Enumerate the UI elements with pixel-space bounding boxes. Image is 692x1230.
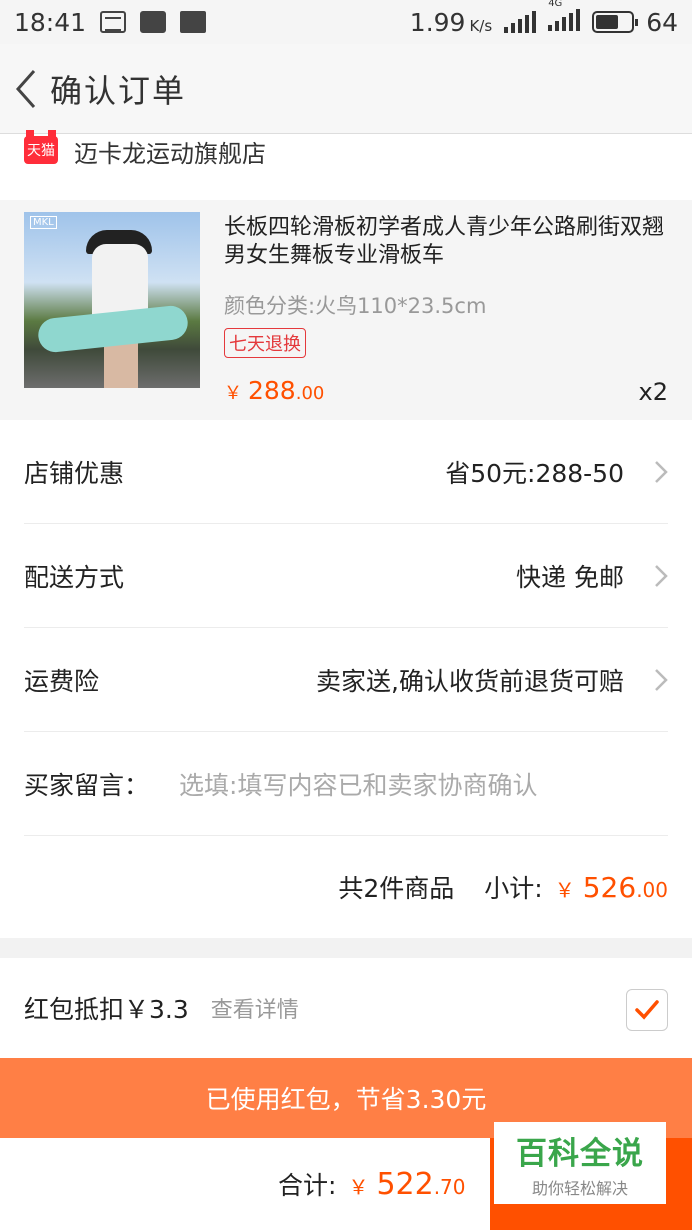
thumb-logo: MKL	[30, 216, 57, 229]
delivery-value: 快递 免邮	[516, 562, 624, 592]
battery-icon	[592, 11, 639, 33]
product-image[interactable]: MKL	[24, 212, 200, 388]
watermark-title: 百科全说	[516, 1135, 644, 1172]
buyer-message-input[interactable]: 选填:填写内容已和卖家协商确认	[179, 766, 537, 802]
page-title: 确认订单	[50, 71, 187, 110]
status-bar: 18:41 1.99 K/s 4G 64	[0, 0, 692, 44]
order-options: 店铺优惠 省50元:288-50 配送方式 快递 免邮 运费险 卖家送,确认收货…	[0, 420, 692, 938]
subtotal-label: 小计:	[484, 874, 543, 903]
buyer-message-label: 买家留言：	[24, 770, 150, 800]
shipping-insurance-row[interactable]: 运费险 卖家送,确认收货前退货可赔	[24, 628, 668, 732]
red-packet-checkbox[interactable]	[626, 989, 668, 1031]
product-spec: 颜色分类:火鸟110*23.5cm	[224, 294, 487, 318]
store-discount-value: 省50元:288-50	[445, 458, 624, 488]
status-time: 18:41	[14, 7, 87, 37]
chevron-right-icon	[638, 457, 668, 487]
image-icon	[140, 11, 167, 33]
delivery-label: 配送方式	[24, 562, 125, 592]
store-discount-label: 店铺优惠	[24, 458, 125, 488]
tmall-icon: 天猫	[24, 130, 58, 164]
subtotal-amount: ￥ 526.00	[554, 870, 668, 904]
red-packet-label: 红包抵扣￥3.3	[24, 995, 189, 1024]
store-discount-row[interactable]: 店铺优惠 省50元:288-50	[24, 420, 668, 524]
battery-level: 64	[646, 7, 678, 37]
back-arrow-icon[interactable]	[6, 44, 46, 134]
checkmark-icon	[635, 1000, 659, 1020]
shop-row[interactable]: 天猫 迈卡龙运动旗舰店	[0, 130, 692, 200]
watermark-subtitle: 助你轻松解决	[531, 1178, 628, 1198]
order-total: 合计: ￥ 522.70	[278, 1166, 466, 1202]
delivery-row[interactable]: 配送方式 快递 免邮	[24, 524, 668, 628]
total-label: 合计:	[278, 1171, 337, 1200]
cell-signal-icon: 4G	[548, 0, 581, 37]
product-card[interactable]: MKL 长板四轮滑板初学者成人青少年公路刷街双翘男女生舞板专业滑板车 颜色分类:…	[0, 200, 692, 420]
subtotal-row: 共2件商品 小计: ￥ 526.00	[24, 836, 668, 938]
return-policy-badge: 七天退换	[224, 328, 306, 358]
mail-icon	[180, 11, 207, 33]
product-title[interactable]: 长板四轮滑板初学者成人青少年公路刷街双翘男女生舞板专业滑板车	[224, 214, 670, 270]
total-amount: ￥ 522.70	[348, 1167, 466, 1202]
news-icon	[100, 11, 127, 33]
product-quantity: x2	[638, 378, 668, 406]
red-packet-details-link[interactable]: 查看详情	[211, 992, 299, 1024]
watermark-logo: 百科全说 助你轻松解决	[494, 1122, 666, 1204]
shipping-insurance-value: 卖家送,确认收货前退货可赔	[316, 666, 624, 696]
buyer-message-row: 买家留言： 选填:填写内容已和卖家协商确认	[24, 732, 668, 836]
red-packet-row: 红包抵扣￥3.3 查看详情	[0, 958, 692, 1058]
product-price: ￥ 288.00	[224, 376, 325, 405]
wifi-signal-icon	[504, 11, 537, 33]
chevron-right-icon	[638, 665, 668, 695]
shop-name[interactable]: 迈卡龙运动旗舰店	[74, 134, 266, 169]
app-header: 确认订单	[0, 44, 692, 134]
shipping-insurance-label: 运费险	[24, 666, 100, 696]
net-speed: 1.99 K/s	[409, 7, 493, 37]
item-count: 共2件商品	[338, 874, 455, 903]
chevron-right-icon	[638, 561, 668, 591]
